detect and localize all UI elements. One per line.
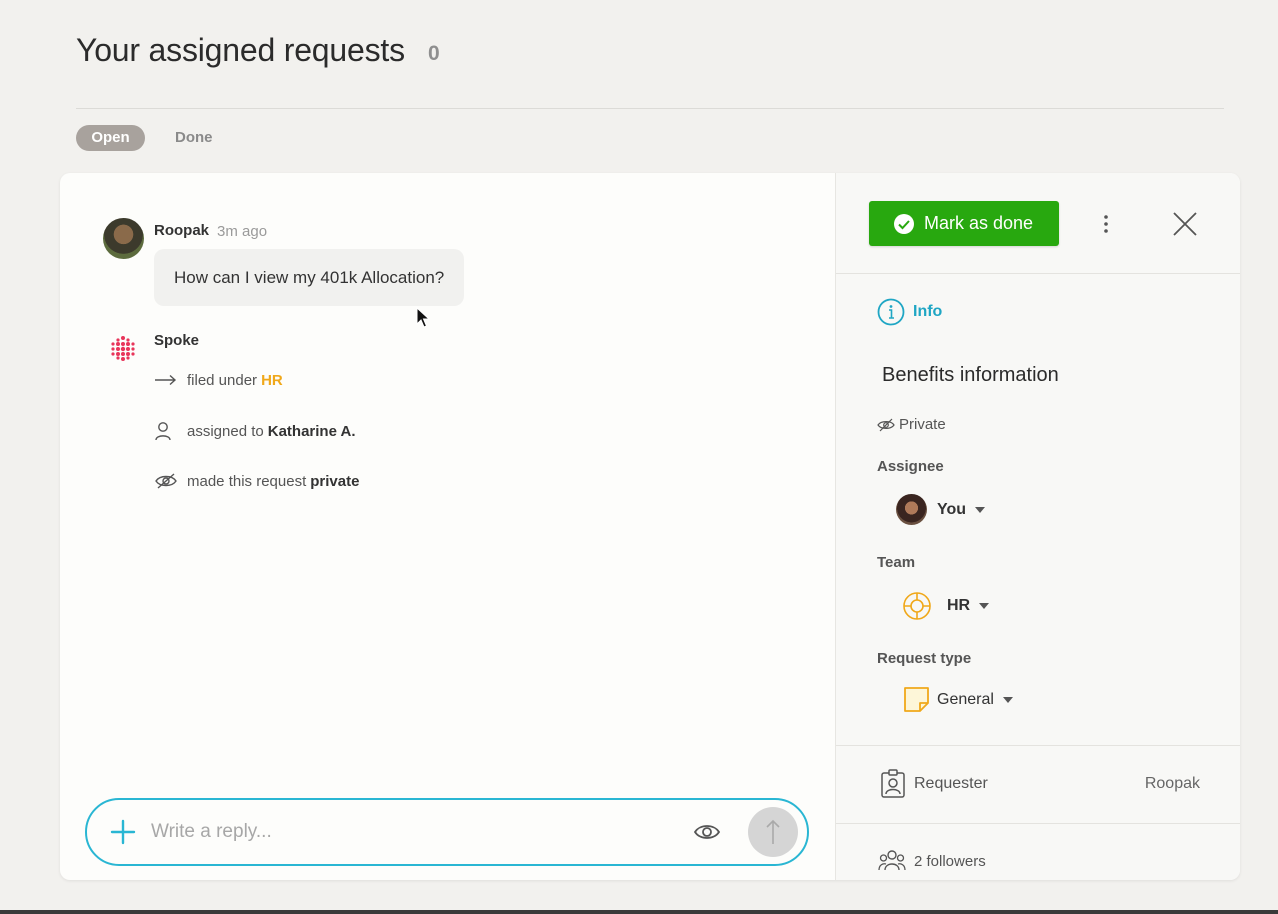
close-icon[interactable] <box>1171 210 1199 238</box>
activity-text: filed under <box>187 371 258 389</box>
followers-count: 2 followers <box>914 852 986 870</box>
panel-header: Mark as done <box>836 173 1240 274</box>
eye-slash-icon <box>154 470 178 492</box>
tab-done[interactable]: Done <box>175 125 213 151</box>
request-type-dropdown[interactable]: General <box>903 686 1013 714</box>
activity-text: made this request <box>187 472 307 490</box>
message-bubble: How can I view my 401k Allocation? <box>154 249 465 306</box>
title-divider <box>76 108 1224 109</box>
chevron-down-icon <box>1002 697 1013 703</box>
followers-row[interactable]: 2 followers <box>878 848 986 874</box>
request-count: 0 <box>428 42 440 65</box>
system-author: Spoke <box>154 332 200 349</box>
badge-icon <box>881 769 905 798</box>
plus-icon[interactable] <box>107 816 139 848</box>
request-title[interactable]: Benefits information <box>882 364 1059 387</box>
assignee-dropdown[interactable]: You <box>896 494 986 525</box>
requester-row[interactable]: Requester Roopak <box>880 769 1200 799</box>
assignee-label: Assignee <box>877 458 944 475</box>
mark-as-done-label: Mark as done <box>924 213 1034 233</box>
activity-filed: filed under HR <box>154 369 283 391</box>
chevron-down-icon <box>975 506 986 513</box>
message-time: 3m ago <box>217 223 268 240</box>
page-title: Your assigned requests <box>76 32 405 68</box>
info-tab[interactable]: Info <box>877 298 942 326</box>
eye-icon[interactable] <box>693 820 721 844</box>
activity-private: made this request private <box>154 470 359 492</box>
avatar <box>896 494 927 525</box>
lifebuoy-icon <box>903 592 931 620</box>
visibility-row[interactable]: Private <box>877 416 946 433</box>
section-divider <box>836 823 1240 824</box>
assignee-value: You <box>937 500 967 518</box>
arrow-right-icon <box>154 369 178 391</box>
request-card: Roopak 3m ago How can I view my 401k All… <box>60 173 1240 880</box>
avatar[interactable] <box>103 218 144 259</box>
bottom-border <box>0 910 1278 914</box>
details-panel: Mark as done Info Benefits information P… <box>835 173 1240 880</box>
mouse-cursor-icon <box>416 307 430 328</box>
spoke-logo-icon <box>111 336 135 361</box>
team-label: Team <box>877 554 916 571</box>
mark-as-done-button[interactable]: Mark as done <box>869 201 1059 246</box>
visibility-value: private <box>310 472 360 490</box>
person-icon <box>154 420 178 442</box>
activity-text: assigned to <box>187 422 264 440</box>
tab-open[interactable]: Open <box>76 125 145 151</box>
request-type-label: Request type <box>877 650 972 667</box>
team-link[interactable]: HR <box>261 372 283 389</box>
more-options-icon[interactable] <box>1098 211 1114 237</box>
team-value: HR <box>947 597 971 614</box>
team-dropdown[interactable]: HR <box>901 590 990 622</box>
note-icon <box>904 687 929 712</box>
chevron-down-icon <box>979 603 990 609</box>
send-button[interactable] <box>748 807 798 857</box>
request-type-value: General <box>937 691 994 708</box>
message-author[interactable]: Roopak <box>154 222 209 239</box>
visibility-label: Private <box>899 416 946 433</box>
reply-box <box>85 798 809 866</box>
activity-assigned: assigned to Katharine A. <box>154 420 356 442</box>
reply-input[interactable] <box>151 814 671 850</box>
eye-slash-icon <box>877 418 895 431</box>
check-circle-icon <box>894 213 914 234</box>
requester-label: Requester <box>914 775 988 792</box>
info-icon <box>877 298 905 326</box>
section-divider <box>836 745 1240 746</box>
assignee-name[interactable]: Katharine A. <box>268 423 356 440</box>
followers-icon <box>878 850 906 871</box>
info-label: Info <box>913 303 943 320</box>
requester-name[interactable]: Roopak <box>1145 775 1200 793</box>
arrow-up-icon <box>766 819 780 844</box>
